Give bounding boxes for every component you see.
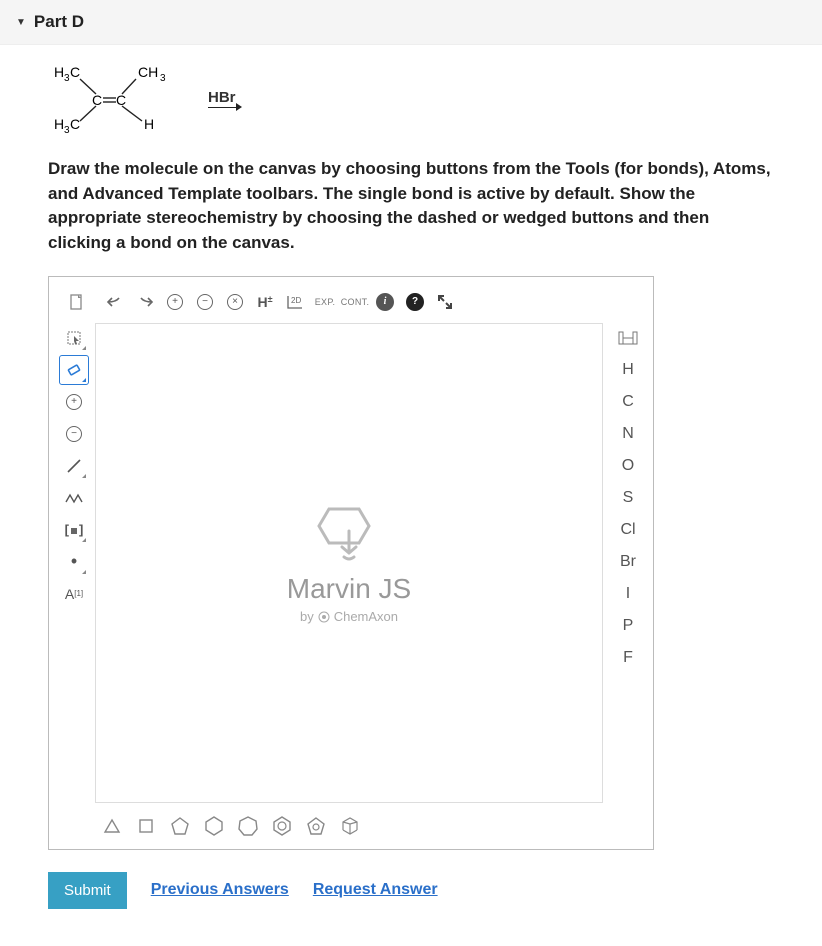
- top-toolbar: + − × H± 2D EXP. CONT. i ?: [59, 287, 643, 323]
- template-cyclobutane[interactable]: [133, 813, 159, 839]
- fullscreen-icon[interactable]: [431, 289, 459, 315]
- redo-icon[interactable]: [131, 289, 159, 315]
- template-cyclopentane[interactable]: [167, 813, 193, 839]
- tools-toolbar: + − [] • A[1]: [59, 323, 95, 803]
- brand-title: Marvin JS: [287, 573, 411, 605]
- h-label: H: [257, 294, 267, 310]
- explicit-h-button[interactable]: H±: [251, 289, 279, 315]
- atom-br[interactable]: Br: [613, 547, 643, 577]
- reactant-molecule: H3C CH3 H3C H C C: [48, 63, 178, 133]
- submit-button[interactable]: Submit: [48, 872, 127, 909]
- atom-h[interactable]: H: [613, 355, 643, 385]
- atom-s[interactable]: S: [613, 483, 643, 513]
- editor-body: + − [] • A[1]: [59, 323, 643, 803]
- info-icon[interactable]: i: [371, 289, 399, 315]
- instructions-text: Draw the molecule on the canvas by choos…: [48, 157, 774, 256]
- atom-i[interactable]: I: [613, 579, 643, 609]
- part-header[interactable]: ▼ Part D: [0, 0, 822, 45]
- svg-text:C: C: [70, 116, 80, 132]
- atom-cl[interactable]: Cl: [613, 515, 643, 545]
- undo-icon[interactable]: [101, 289, 129, 315]
- chain-tool[interactable]: [59, 483, 89, 513]
- radical-tool[interactable]: •: [59, 547, 89, 577]
- atom-n[interactable]: N: [613, 419, 643, 449]
- marvin-editor: + − × H± 2D EXP. CONT. i ?: [48, 276, 654, 850]
- marvin-logo-icon: [314, 501, 384, 561]
- zoom-in-icon[interactable]: +: [161, 289, 189, 315]
- chemaxon-logo-icon: [318, 611, 330, 623]
- collapse-caret-icon: ▼: [16, 17, 26, 28]
- template-benzene[interactable]: [269, 813, 295, 839]
- periodic-table-button[interactable]: [613, 323, 643, 353]
- atoms-toolbar: H C N O S Cl Br I P F: [603, 323, 643, 803]
- drawing-canvas[interactable]: Marvin JS by ChemAxon: [95, 323, 603, 803]
- new-file-icon[interactable]: [63, 289, 91, 315]
- template-toolbar: [59, 803, 643, 839]
- help-icon[interactable]: ?: [401, 289, 429, 315]
- svg-text:C: C: [116, 92, 126, 108]
- reagent-label: HBr: [208, 89, 236, 108]
- svg-text:CH: CH: [138, 64, 158, 80]
- svg-text:C: C: [92, 92, 102, 108]
- atom-map-tool[interactable]: A[1]: [59, 579, 89, 609]
- svg-text:2D: 2D: [291, 296, 301, 305]
- erase-tool[interactable]: [59, 355, 89, 385]
- request-answer-link[interactable]: Request Answer: [313, 881, 438, 899]
- charge-minus-tool[interactable]: −: [59, 419, 89, 449]
- svg-text:3: 3: [160, 73, 166, 84]
- atom-o[interactable]: O: [613, 451, 643, 481]
- content-area: H3C CH3 H3C H C C HBr Draw the molecule …: [0, 45, 822, 927]
- bracket-tool[interactable]: []: [59, 515, 89, 545]
- svg-text:H: H: [54, 64, 64, 80]
- single-bond-tool[interactable]: [59, 451, 89, 481]
- template-3d[interactable]: [337, 813, 363, 839]
- selection-tool[interactable]: [59, 323, 89, 353]
- template-cyclohexane[interactable]: [201, 813, 227, 839]
- atom-f[interactable]: F: [613, 643, 643, 673]
- svg-text:C: C: [70, 64, 80, 80]
- template-pyrrole[interactable]: [303, 813, 329, 839]
- view-2d-button[interactable]: 2D: [281, 289, 309, 315]
- svg-text:H: H: [54, 116, 64, 132]
- previous-answers-link[interactable]: Previous Answers: [151, 881, 289, 899]
- brand-byline: by ChemAxon: [300, 609, 398, 624]
- template-cyclopropane[interactable]: [99, 813, 125, 839]
- atom-map-label: A: [65, 586, 74, 602]
- answer-actions: Submit Previous Answers Request Answer: [48, 872, 774, 909]
- reaction-diagram: H3C CH3 H3C H C C HBr: [48, 63, 774, 133]
- expand-button[interactable]: EXP.: [311, 289, 339, 315]
- svg-text:H: H: [144, 116, 154, 132]
- zoom-fit-icon[interactable]: ×: [221, 289, 249, 315]
- atom-p[interactable]: P: [613, 611, 643, 641]
- atom-c[interactable]: C: [613, 387, 643, 417]
- zoom-out-icon[interactable]: −: [191, 289, 219, 315]
- template-cycloheptane[interactable]: [235, 813, 261, 839]
- charge-plus-tool[interactable]: +: [59, 387, 89, 417]
- part-title: Part D: [34, 12, 84, 32]
- contract-button[interactable]: CONT.: [341, 289, 369, 315]
